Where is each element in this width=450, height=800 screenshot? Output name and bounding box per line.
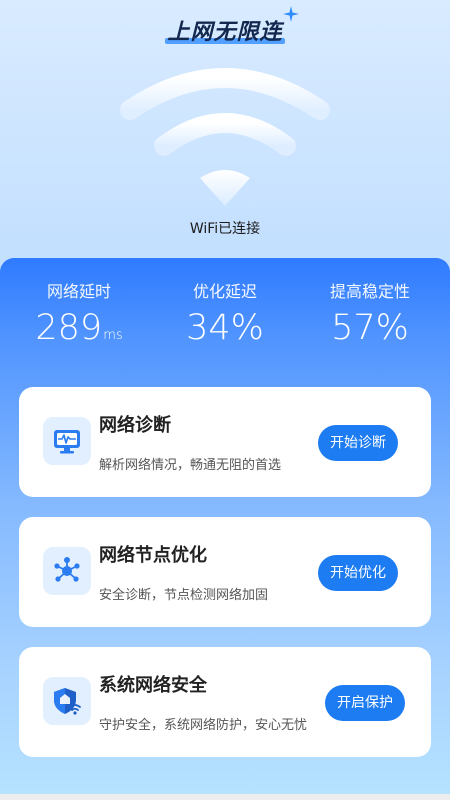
stat-value: 34% — [150, 308, 300, 348]
app-title-text: 上网无限连 — [167, 20, 283, 45]
stat-unit: ms — [103, 328, 123, 343]
card-icon-bg — [43, 417, 91, 465]
card-description: 解析网络情况，畅通无阻的首选 — [99, 458, 282, 473]
card-title: 系统网络安全 — [99, 675, 207, 696]
stat-label: 优化延迟 — [192, 282, 257, 301]
stat-latency: 网络延时 289ms — [4, 278, 154, 348]
stat-number: 57% — [331, 308, 409, 348]
stat-stability: 提高稳定性 57% — [295, 278, 445, 348]
stats-row: 网络延时 289ms 优化延迟 34% 提高稳定性 57% — [0, 278, 450, 358]
wifi-status-text: WiFi已连接 — [189, 221, 261, 237]
monitor-pulse-icon — [54, 430, 80, 454]
network-nodes-icon — [54, 557, 80, 582]
stat-optimize: 优化延迟 34% — [150, 278, 300, 348]
start-diagnosis-button[interactable]: 开始诊断 — [318, 425, 398, 461]
app-title: 上网无限连 — [165, 6, 299, 46]
bottom-bar — [0, 794, 450, 800]
wifi-hero-icon — [120, 68, 330, 206]
stat-number: 289 — [35, 308, 103, 348]
card-system-security: 系统网络安全 守护安全，系统网络防护，安心无忧 开启保护 — [19, 647, 431, 757]
app-header: 上网无限连 — [0, 6, 450, 46]
card-node-optimization: 网络节点优化 安全诊断，节点检测网络加固 开始优化 — [19, 517, 431, 627]
main-panel: 网络延时 289ms 优化延迟 34% 提高稳定性 57% 网络诊断 解析网络情… — [0, 258, 450, 800]
card-description: 安全诊断，节点检测网络加固 — [99, 588, 269, 603]
stat-number: 34% — [186, 308, 264, 348]
start-optimize-button[interactable]: 开始优化 — [318, 555, 398, 591]
card-title: 网络诊断 — [99, 415, 171, 436]
stat-value: 289ms — [4, 308, 154, 348]
enable-protection-button[interactable]: 开启保护 — [325, 685, 405, 721]
stat-label: 网络延时 — [46, 282, 111, 301]
shield-wifi-icon — [54, 688, 81, 715]
stat-value: 57% — [295, 308, 445, 348]
card-network-diagnosis: 网络诊断 解析网络情况，畅通无阻的首选 开始诊断 — [19, 387, 431, 497]
stat-label: 提高稳定性 — [329, 282, 410, 301]
card-description: 守护安全，系统网络防护，安心无忧 — [99, 718, 308, 733]
card-title: 网络节点优化 — [99, 545, 207, 566]
card-icon-bg — [43, 547, 91, 595]
card-icon-bg — [43, 677, 91, 725]
sparkle-icon — [282, 6, 299, 22]
